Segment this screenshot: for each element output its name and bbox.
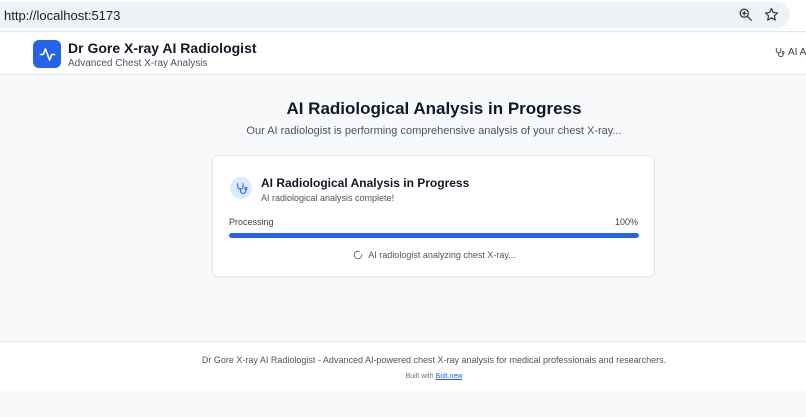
app-subtitle: Advanced Chest X-ray Analysis	[68, 58, 208, 69]
stethoscope-icon	[236, 182, 247, 194]
page-footer: Dr Gore X-ray AI Radiologist - Advanced …	[0, 341, 806, 391]
stethoscope-icon	[775, 47, 785, 58]
header-badge: AI A	[774, 47, 806, 58]
page-description: Our AI radiologist is performing compreh…	[246, 125, 622, 137]
activity-text: AI radiologist analyzing chest X-ray...	[368, 250, 516, 260]
footer-text: Dr Gore X-ray AI Radiologist - Advanced …	[201, 355, 667, 365]
progress-percent: 100%	[614, 217, 638, 227]
card-status: AI radiological analysis complete!	[261, 193, 395, 203]
built-with-prefix: Built with	[405, 373, 434, 380]
address-bar[interactable]: http://localhost:5173	[0, 2, 790, 28]
bolt-new-link[interactable]: Bolt.new	[436, 373, 463, 380]
app-header: Dr Gore X-ray AI Radiologist Advanced Ch…	[0, 33, 806, 75]
bookmark-star-icon[interactable]	[762, 5, 780, 23]
app-title: Dr Gore X-ray AI Radiologist	[68, 40, 257, 56]
browser-bar: http://localhost:5173	[0, 0, 806, 32]
progress-bar	[229, 233, 639, 238]
analysis-progress-card: AI Radiological Analysis in Progress AI …	[212, 155, 655, 277]
header-badge-label: AI A	[788, 47, 806, 58]
activity-pulse-icon	[39, 47, 55, 61]
bottom-strip	[0, 391, 806, 417]
zoom-icon[interactable]	[736, 5, 754, 23]
activity-indicator: AI radiologist analyzing chest X-ray...	[213, 250, 656, 260]
card-icon-badge	[230, 177, 252, 199]
card-title: AI Radiological Analysis in Progress	[261, 176, 470, 190]
page-title: AI Radiological Analysis in Progress	[286, 99, 582, 118]
loading-spinner-icon	[354, 250, 363, 260]
footer-built-with: Built with Bolt.new	[0, 373, 806, 380]
url-text[interactable]: http://localhost:5173	[4, 8, 120, 23]
app-logo	[33, 40, 61, 68]
progress-label: Processing	[229, 217, 274, 227]
progress-bar-fill	[229, 233, 639, 238]
